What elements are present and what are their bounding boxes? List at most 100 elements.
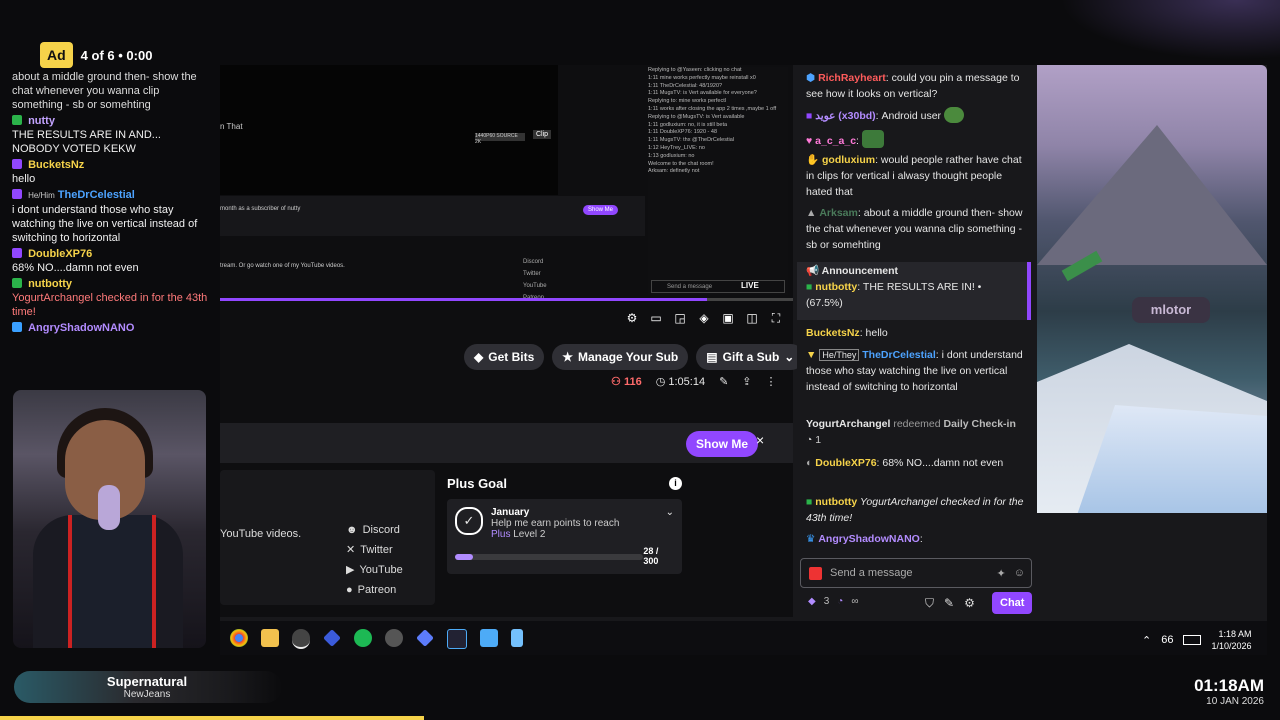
youtube-link[interactable]: ▶ YouTube — [346, 560, 403, 580]
chat-username[interactable]: AngryShadowNANO — [818, 533, 920, 545]
chat-send-button[interactable]: Chat — [992, 592, 1033, 614]
chat-username[interactable]: godluxium — [822, 154, 875, 166]
audio-app-icon[interactable] — [447, 629, 467, 649]
goal-progress-fill — [455, 554, 473, 560]
chat-tools: ⛉ ✎ ⚙ — [925, 596, 975, 611]
theatre-mode-icon[interactable]: ▣ — [721, 311, 735, 325]
chat-username[interactable]: DoubleXP76 — [815, 457, 876, 469]
emote-picker-icon[interactable]: ☺ — [1014, 567, 1025, 579]
mini-link-discord[interactable]: Discord — [523, 256, 547, 268]
file-explorer-icon[interactable] — [261, 629, 279, 647]
davinci-icon[interactable] — [385, 629, 403, 647]
chat-username[interactable]: TheDrCelestial — [862, 349, 936, 361]
mini-yt-text: tream. Or go watch one of my YouTube vid… — [220, 263, 345, 269]
captions-icon[interactable]: ▭ — [649, 311, 663, 325]
ad-progress-bar — [0, 716, 424, 720]
battery-icon[interactable] — [1183, 635, 1202, 645]
overlay-chat-message: nutty THE RESULTS ARE IN AND... NOBODY V… — [12, 114, 208, 156]
bot-badge-icon: ■ — [806, 281, 813, 293]
chat-username[interactable]: a_c_a_c — [815, 135, 856, 147]
goal-description: Help me earn points to reach — [491, 518, 620, 529]
clip-icon[interactable]: ◈ — [697, 311, 711, 325]
redeem-user[interactable]: YogurtArchangel — [806, 418, 890, 430]
overlay-chat-user: BucketsNz — [28, 159, 85, 171]
chat-text: : hello — [859, 327, 888, 339]
settings-icon[interactable]: ⚙ — [625, 311, 639, 325]
mini-clip-button[interactable]: Clip — [533, 130, 552, 139]
app-icon[interactable] — [416, 629, 434, 647]
notepad-icon[interactable] — [511, 629, 523, 647]
bits-icon: ◆ — [474, 350, 484, 364]
bits-icon[interactable]: ✦ — [997, 567, 1006, 580]
tray-clock[interactable]: 1:18 AM 1/10/2026 — [1211, 628, 1251, 652]
gear-icon[interactable]: ⚙ — [964, 596, 975, 611]
overlay-time: 01:18AM — [1194, 676, 1264, 695]
overlay-date: 10 JAN 2026 — [1206, 696, 1264, 707]
chat-identity-icon[interactable] — [809, 566, 822, 580]
system-tray: ⌃ 66 1:18 AM 1/10/2026 — [1142, 628, 1252, 652]
gift-sub-button[interactable]: ▤ Gift a Sub ⌄ — [696, 344, 805, 370]
mini-sub-text: month as a subscriber of nutty — [220, 206, 301, 212]
chat-message: ◐ DoubleXP76: 68% NO....damn not even — [806, 455, 1028, 471]
shield-icon[interactable]: ⛉ — [925, 596, 934, 611]
chat-message: ⬢ RichRayheart: could you pin a message … — [806, 70, 1028, 102]
get-bits-button[interactable]: ◆ Get Bits — [464, 344, 545, 370]
mountain — [1037, 125, 1267, 265]
overlay-chat-message: AngryShadowNANO — [12, 321, 208, 335]
patreon-link[interactable]: ● Patreon — [346, 580, 403, 600]
chevron-up-icon[interactable]: ⌃ — [1142, 634, 1151, 647]
chat-username[interactable]: nutbotty — [815, 281, 857, 293]
emote-icon — [943, 107, 964, 123]
mini-show-me-button[interactable]: Show Me — [583, 205, 619, 215]
mini-chat-line: 1:11 TheDrCelestial: 48/1920? — [648, 82, 723, 89]
mini-sub-banner — [220, 196, 645, 236]
mini-send-input[interactable]: Send a message — [651, 280, 785, 293]
chat-text: : — [856, 135, 859, 147]
cast-icon[interactable]: ◲ — [673, 311, 687, 325]
chat-input[interactable]: Send a message ✦ ☺ — [800, 558, 1032, 588]
mini-link-twitter[interactable]: Twitter — [523, 268, 547, 280]
chrome-icon[interactable] — [230, 629, 248, 647]
app-icon[interactable] — [323, 629, 341, 647]
share-icon[interactable]: ⇪ — [742, 375, 751, 388]
goal-progress-bar — [455, 554, 644, 560]
plus-goal-card[interactable]: ✓ January Help me earn points to reach P… — [447, 499, 682, 574]
channel-actions: ◆ Get Bits ★ Manage Your Sub ▤ Gift a Sub ⌄ — [464, 344, 805, 370]
channel-points-icon[interactable]: ◆ — [808, 596, 816, 607]
sword-icon[interactable]: ✎ — [944, 596, 954, 611]
fullscreen-icon[interactable]: ⛶ — [769, 311, 783, 325]
chat-username[interactable]: nutbotty — [815, 496, 857, 508]
discord-link[interactable]: ☻ Discord — [346, 520, 403, 540]
megaphone-icon: 📢 — [806, 265, 820, 277]
mini-link-youtube[interactable]: YouTube — [523, 280, 547, 292]
overlay-chat-message: nutbotty YogurtArchangel checked in for … — [12, 277, 208, 319]
twitter-link[interactable]: ✕ Twitter — [346, 540, 403, 560]
overlay-chat-message: He/Him TheDrCelestial i dont understand … — [12, 188, 208, 245]
video-progress-bar[interactable] — [220, 298, 793, 301]
mini-chat: Replying to @Yaseen: clicking no chat 1:… — [648, 67, 788, 295]
manage-sub-button[interactable]: ★ Manage Your Sub — [552, 344, 689, 370]
chevron-down-icon[interactable]: ⌄ — [666, 507, 674, 540]
ad-indicator: Ad 4 of 6 • 0:00 — [40, 41, 152, 69]
chat-username[interactable]: Arksam — [819, 207, 858, 219]
chat-username[interactable]: BucketsNz — [806, 327, 860, 339]
obs-icon[interactable] — [292, 629, 310, 649]
spotify-icon[interactable] — [354, 629, 372, 647]
chat-username[interactable]: RichRayheart — [818, 72, 886, 84]
show-me-button[interactable]: Show Me — [686, 431, 759, 457]
chat-message: ✋ godluxium: would people rather have ch… — [806, 152, 1028, 200]
chat-message: ■ nutbotty YogurtArchangel checked in fo… — [806, 494, 1028, 526]
viewer-count-value: 116 — [623, 376, 642, 388]
ad-progress: 4 of 6 • 0:00 — [80, 47, 153, 63]
close-icon[interactable]: × — [756, 432, 764, 448]
shield-icon: ⬢ — [806, 72, 816, 84]
photos-icon[interactable] — [480, 629, 498, 647]
webcam-feed — [13, 390, 206, 648]
chat-username[interactable]: عويد (x30bd) — [815, 110, 875, 122]
edit-icon[interactable]: ✎ — [719, 375, 728, 388]
now-playing: Supernatural NewJeans — [82, 674, 212, 700]
more-options-icon[interactable]: ⋮ — [766, 375, 777, 388]
mini-chat-line: Replying to: mine works perfectl — [648, 98, 726, 105]
info-icon[interactable]: i — [669, 477, 682, 490]
picture-in-picture-icon[interactable]: ◫ — [745, 311, 759, 325]
